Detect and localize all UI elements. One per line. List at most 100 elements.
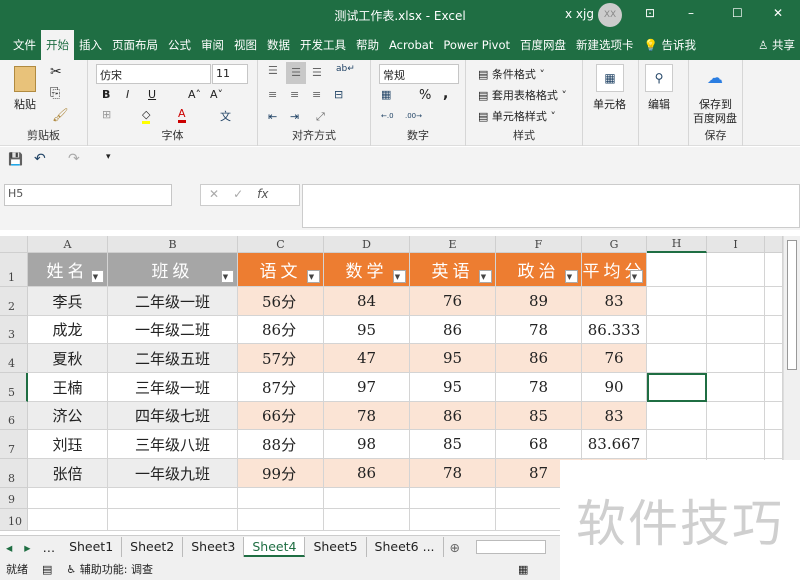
- cells-icon[interactable]: ▦: [596, 64, 624, 92]
- phonetic-icon[interactable]: 文: [220, 108, 231, 124]
- table-cell[interactable]: 78: [496, 316, 582, 344]
- ribbon-tab[interactable]: 💡 告诉我: [639, 30, 701, 60]
- cancel-icon[interactable]: ✕: [209, 187, 233, 201]
- column-header[interactable]: I: [707, 236, 765, 253]
- number-format-select[interactable]: 常规: [379, 64, 459, 84]
- orientation-icon[interactable]: ⤢: [316, 110, 325, 124]
- cell[interactable]: [765, 316, 783, 344]
- ribbon-tab[interactable]: 开始: [41, 30, 74, 60]
- table-header-cell[interactable]: 班级 ▼: [108, 253, 238, 287]
- row-header[interactable]: 9: [0, 488, 28, 509]
- cell[interactable]: [28, 488, 108, 509]
- table-cell[interactable]: 济公: [28, 402, 108, 430]
- editing-button[interactable]: 编辑: [648, 96, 670, 112]
- column-header[interactable]: G: [582, 236, 647, 253]
- copy-icon[interactable]: ⎘: [50, 86, 60, 101]
- align-left-icon[interactable]: ≡: [268, 88, 277, 101]
- currency-icon[interactable]: ▦: [381, 88, 391, 101]
- insert-function-button[interactable]: fx: [257, 187, 268, 201]
- cell[interactable]: [765, 402, 783, 430]
- table-cell[interactable]: 86分: [238, 316, 324, 344]
- table-cell[interactable]: 57分: [238, 344, 324, 373]
- decrease-indent-icon[interactable]: ⇤: [268, 110, 277, 123]
- formula-input[interactable]: [302, 184, 800, 228]
- cut-icon[interactable]: ✂: [50, 64, 62, 80]
- cells-button[interactable]: 单元格: [593, 96, 626, 112]
- table-cell[interactable]: 99分: [238, 459, 324, 488]
- table-header-cell[interactable]: 姓名 ▼: [28, 253, 108, 287]
- table-cell[interactable]: 二年级五班: [108, 344, 238, 373]
- sheet-tab[interactable]: Sheet5: [305, 537, 367, 557]
- row-header[interactable]: 10: [0, 509, 28, 531]
- align-bottom-icon[interactable]: ☰: [312, 66, 322, 79]
- cell[interactable]: [765, 287, 783, 316]
- grow-font-button[interactable]: A˄: [188, 88, 201, 101]
- cell[interactable]: [765, 430, 783, 459]
- table-cell[interactable]: 98: [324, 430, 410, 459]
- table-cell[interactable]: 56分: [238, 287, 324, 316]
- table-cell[interactable]: 86: [324, 459, 410, 488]
- paste-button[interactable]: 粘贴: [14, 96, 36, 112]
- column-header[interactable]: D: [324, 236, 410, 253]
- macro-icon[interactable]: ▤: [42, 563, 52, 576]
- cell[interactable]: [647, 344, 707, 373]
- sheet-tab[interactable]: Sheet6 ...: [367, 537, 444, 557]
- table-cell[interactable]: 76: [410, 287, 496, 316]
- ribbon-tab[interactable]: 页面布局: [107, 30, 163, 60]
- next-sheet-icon[interactable]: ▸: [18, 540, 36, 555]
- filter-dropdown-icon[interactable]: ▼: [91, 270, 104, 283]
- column-header[interactable]: C: [238, 236, 324, 253]
- filter-dropdown-icon[interactable]: ▼: [393, 270, 406, 283]
- table-cell[interactable]: 86: [496, 344, 582, 373]
- table-cell[interactable]: 85: [410, 430, 496, 459]
- merge-icon[interactable]: ⊟: [334, 88, 343, 101]
- table-cell[interactable]: 97: [324, 373, 410, 402]
- table-cell[interactable]: 刘珏: [28, 430, 108, 459]
- table-cell[interactable]: 四年级七班: [108, 402, 238, 430]
- table-cell[interactable]: 47: [324, 344, 410, 373]
- ribbon-tab[interactable]: 百度网盘: [515, 30, 571, 60]
- column-header[interactable]: H: [647, 236, 707, 253]
- cell[interactable]: [238, 488, 324, 509]
- scrollbar-thumb[interactable]: [787, 240, 797, 370]
- table-cell[interactable]: 86: [410, 316, 496, 344]
- row-header[interactable]: 3: [0, 316, 28, 344]
- sheet-tab[interactable]: Sheet1: [61, 537, 123, 557]
- align-top-icon[interactable]: ☰: [268, 64, 278, 77]
- table-header-cell[interactable]: 英语 ▼: [410, 253, 496, 287]
- table-header-cell[interactable]: 数学 ▼: [324, 253, 410, 287]
- filter-dropdown-icon[interactable]: ▼: [479, 270, 492, 283]
- column-header[interactable]: B: [108, 236, 238, 253]
- customize-icon[interactable]: ▾: [106, 152, 111, 162]
- row-header[interactable]: 5: [0, 373, 28, 402]
- table-cell[interactable]: 78: [410, 459, 496, 488]
- table-cell[interactable]: 王楠: [28, 373, 108, 402]
- comma-button[interactable]: ,: [443, 86, 448, 102]
- table-cell[interactable]: 88分: [238, 430, 324, 459]
- align-center-icon[interactable]: ≡: [290, 88, 299, 101]
- table-cell[interactable]: 76: [582, 344, 647, 373]
- accessibility-status[interactable]: ♿ 辅助功能: 调查: [66, 561, 153, 577]
- name-box[interactable]: H5: [4, 184, 172, 206]
- column-header[interactable]: F: [496, 236, 582, 253]
- ribbon-tab[interactable]: Acrobat: [384, 30, 438, 60]
- column-header[interactable]: A: [28, 236, 108, 253]
- normal-view-icon[interactable]: ▦: [518, 563, 528, 576]
- ribbon-display-button[interactable]: ⊡: [645, 6, 655, 20]
- table-cell[interactable]: 78: [496, 373, 582, 402]
- cell[interactable]: [108, 509, 238, 531]
- cell[interactable]: [647, 287, 707, 316]
- table-cell[interactable]: 一年级二班: [108, 316, 238, 344]
- undo-icon[interactable]: ↶: [34, 151, 46, 167]
- cell[interactable]: [28, 509, 108, 531]
- table-cell[interactable]: 一年级九班: [108, 459, 238, 488]
- cell[interactable]: [707, 373, 765, 402]
- cell[interactable]: [765, 344, 783, 373]
- table-cell[interactable]: 83.667: [582, 430, 647, 459]
- cell[interactable]: [707, 316, 765, 344]
- percent-button[interactable]: %: [419, 88, 431, 103]
- enter-icon[interactable]: ✓: [233, 187, 257, 201]
- table-cell[interactable]: 83: [582, 287, 647, 316]
- horizontal-scrollbar[interactable]: [476, 540, 547, 554]
- cell[interactable]: [707, 430, 765, 459]
